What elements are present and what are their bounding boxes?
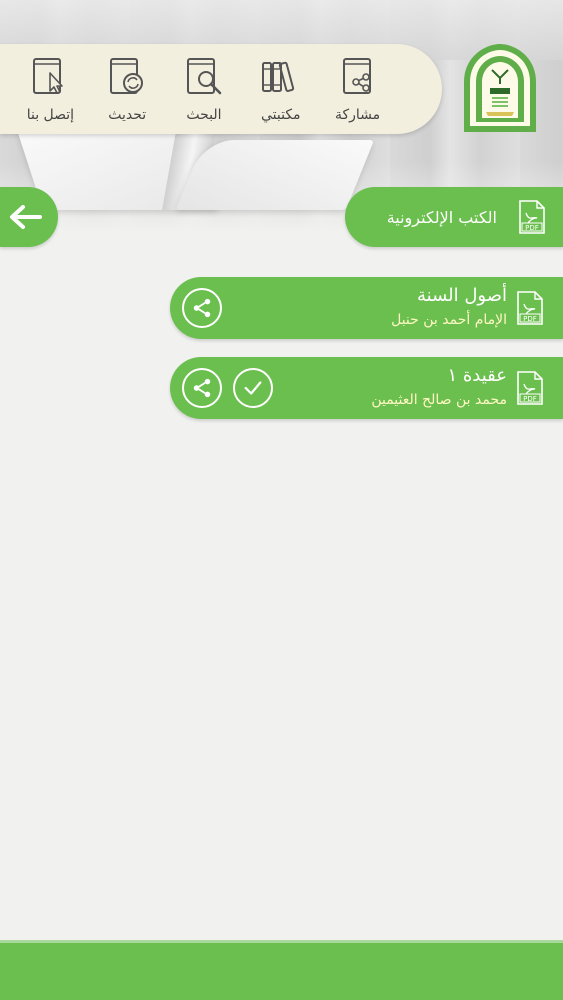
section-header-ebooks: PDF الكتب الإلكترونية [345,187,563,247]
pdf-icon: PDF [517,371,543,405]
contact-us-label: إتصل بنا [26,107,75,123]
share-button[interactable]: مشاركة [323,55,393,123]
share-button[interactable] [182,368,222,408]
my-library-button[interactable]: مكتبتي [246,55,316,123]
refresh-label: تحديث [108,107,147,123]
book-titles: أصول السنة الإمام أحمد بن حنبل [391,283,507,331]
svg-text:PDF: PDF [523,395,537,403]
contact-book-icon [33,58,64,94]
library-icon [261,61,294,92]
book-item[interactable]: PDF أصول السنة الإمام أحمد بن حنبل [170,277,563,339]
svg-text:PDF: PDF [525,224,539,232]
share-book-icon [342,58,371,94]
downloaded-check-button[interactable] [233,368,273,408]
share-icon [193,378,211,398]
bottom-bar [0,940,563,1000]
book-author: محمد بن صالح العثيمين [371,392,507,408]
search-book-icon [186,58,222,95]
share-label: مشاركة [334,107,381,123]
book-item[interactable]: PDF عقيدة ١ محمد بن صالح العثيمين [170,357,563,419]
refresh-button[interactable]: تحديث [92,55,162,123]
open-book-image [17,120,375,220]
book-title: عقيدة ١ [447,365,507,386]
check-icon [244,381,262,395]
pdf-icon: PDF [517,291,543,325]
back-arrow-icon [10,205,42,229]
contact-us-button[interactable]: إتصل بنا [15,55,85,123]
book-titles: عقيدة ١ محمد بن صالح العثيمين [371,363,507,411]
refresh-book-icon [110,58,144,94]
share-icon [193,298,211,318]
search-label: البحث [186,107,222,123]
svg-text:PDF: PDF [523,315,537,323]
my-library-label: مكتبتي [260,107,301,123]
section-title: الكتب الإلكترونية [386,207,497,227]
top-toolbar: مشاركة مكتبتي البحث تحديث إتصل بنا [0,44,442,134]
book-author: الإمام أحمد بن حنبل [391,312,507,328]
back-button[interactable] [0,187,58,247]
ministry-logo [462,42,538,134]
search-button[interactable]: البحث [169,55,239,123]
book-title: أصول السنة [416,285,507,306]
pdf-icon: PDF [519,200,545,234]
share-button[interactable] [182,288,222,328]
